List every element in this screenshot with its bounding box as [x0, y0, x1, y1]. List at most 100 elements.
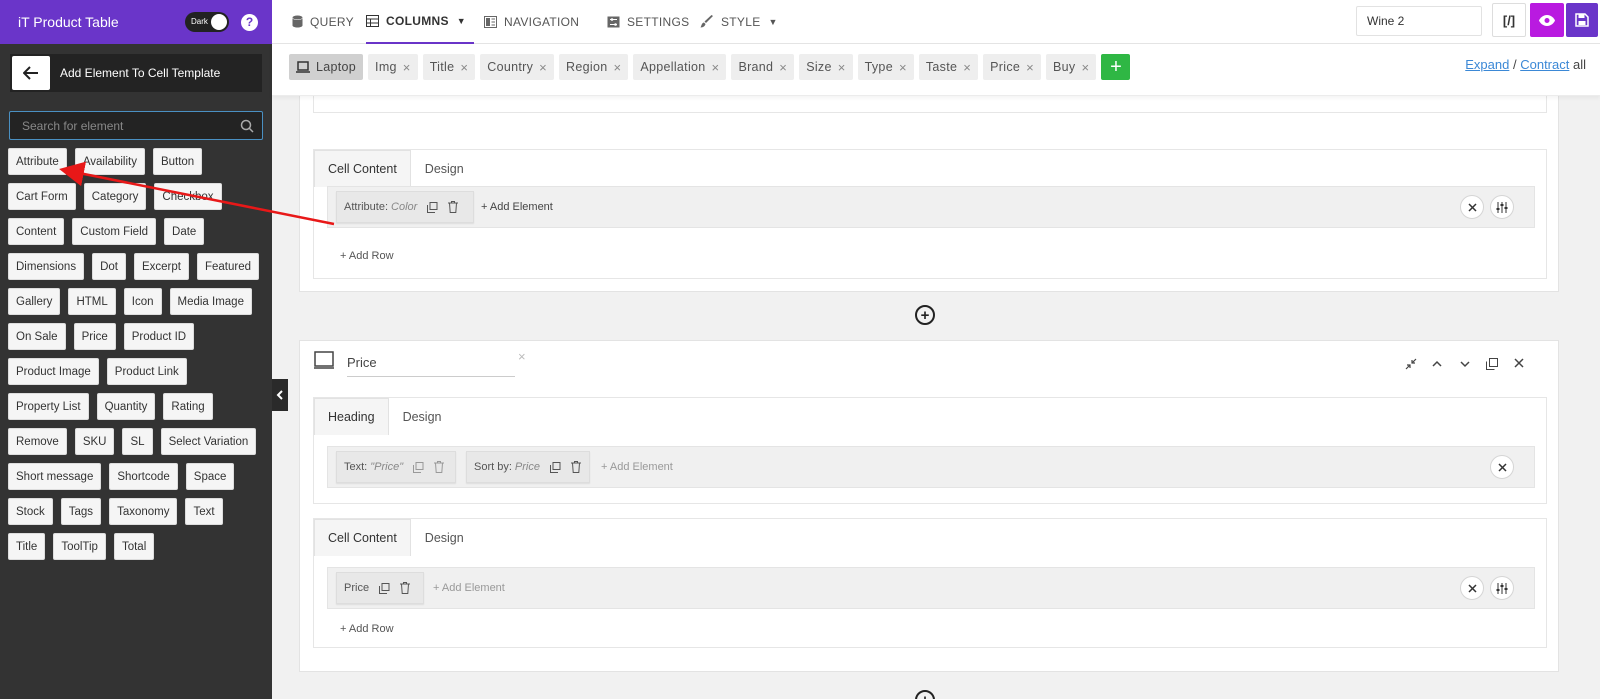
element-button-button[interactable]: Button	[152, 148, 203, 175]
row-settings-button[interactable]	[1490, 195, 1514, 219]
element-button-attribute[interactable]: Attribute	[8, 148, 67, 175]
close-icon[interactable]: ×	[1082, 60, 1090, 75]
duplicate-icon[interactable]	[1486, 358, 1498, 370]
element-button-dot[interactable]: Dot	[92, 253, 126, 280]
text-element-chip[interactable]: Text: "Price"	[336, 451, 456, 483]
column-tab-region[interactable]: Region ×	[559, 54, 629, 80]
element-button-content[interactable]: Content	[8, 218, 65, 245]
add-column-plus-icon[interactable]: +	[915, 690, 935, 699]
back-button[interactable]	[12, 56, 50, 90]
nav-settings[interactable]: SETTINGS	[607, 0, 689, 43]
element-button-custom-field[interactable]: Custom Field	[72, 218, 157, 245]
add-column-plus-icon[interactable]: +	[915, 305, 935, 325]
contract-link[interactable]: Contract	[1520, 57, 1569, 72]
shortcode-button[interactable]: [/]	[1492, 3, 1526, 37]
nav-navigation[interactable]: NAVIGATION	[484, 0, 579, 43]
close-icon[interactable]: ×	[779, 60, 787, 75]
element-button-availability[interactable]: Availability	[74, 148, 145, 175]
trash-icon[interactable]	[570, 461, 581, 473]
preview-button[interactable]	[1530, 3, 1564, 37]
copy-icon[interactable]	[413, 461, 424, 473]
remove-row-button[interactable]	[1460, 195, 1484, 219]
save-button[interactable]	[1566, 3, 1598, 37]
close-icon[interactable]	[1514, 358, 1524, 368]
column-tab-price[interactable]: Price ×	[983, 54, 1042, 80]
column-tab-taste[interactable]: Taste ×	[918, 54, 979, 80]
nav-style[interactable]: STYLE ▼	[700, 0, 778, 43]
add-element-link[interactable]: + Add Element	[601, 461, 673, 473]
add-row-link[interactable]: + Add Row	[340, 623, 394, 635]
expand-link[interactable]: Expand	[1465, 57, 1509, 72]
element-button-title[interactable]: Title	[8, 533, 46, 560]
add-column-button[interactable]: +	[1101, 54, 1131, 80]
close-icon[interactable]: ×	[899, 60, 907, 75]
tab-design[interactable]: Design	[411, 150, 478, 187]
column-name-input[interactable]	[347, 349, 515, 377]
tab-design[interactable]: Design	[389, 398, 456, 435]
close-icon[interactable]: ×	[460, 60, 468, 75]
table-name-input[interactable]	[1356, 6, 1482, 36]
element-button-select-variation[interactable]: Select Variation	[160, 428, 257, 455]
attribute-element-chip[interactable]: Attribute: Color	[336, 191, 474, 223]
element-button-total[interactable]: Total	[113, 533, 155, 560]
element-button-date[interactable]: Date	[164, 218, 205, 245]
element-button-sku[interactable]: SKU	[74, 428, 115, 455]
nav-query[interactable]: QUERY	[292, 0, 354, 43]
close-icon[interactable]: ×	[539, 60, 547, 75]
element-button-stock[interactable]: Stock	[8, 498, 53, 525]
element-button-featured[interactable]: Featured	[196, 253, 260, 280]
add-element-link[interactable]: + Add Element	[433, 582, 505, 594]
element-button-product-image[interactable]: Product Image	[8, 358, 99, 385]
element-button-remove[interactable]: Remove	[8, 428, 67, 455]
element-button-excerpt[interactable]: Excerpt	[133, 253, 189, 280]
help-icon[interactable]: ?	[241, 13, 258, 31]
column-tab-buy[interactable]: Buy ×	[1046, 54, 1097, 80]
dark-mode-toggle[interactable]: Dark	[185, 12, 229, 32]
clear-name-icon[interactable]: ×	[518, 349, 526, 364]
element-button-tooltip[interactable]: ToolTip	[53, 533, 106, 560]
column-tab-brand[interactable]: Brand ×	[731, 54, 795, 80]
column-tab-type[interactable]: Type ×	[857, 54, 914, 80]
copy-icon[interactable]	[427, 201, 438, 213]
column-tab-size[interactable]: Size ×	[799, 54, 853, 80]
close-icon[interactable]: ×	[838, 60, 846, 75]
remove-row-button[interactable]	[1490, 455, 1514, 479]
tab-cell-content[interactable]: Cell Content	[314, 519, 411, 556]
element-button-media-image[interactable]: Media Image	[169, 288, 252, 315]
close-icon[interactable]: ×	[613, 60, 621, 75]
element-button-taxonomy[interactable]: Taxonomy	[109, 498, 178, 525]
price-element-chip[interactable]: Price	[336, 572, 424, 604]
close-icon[interactable]: ×	[963, 60, 971, 75]
element-button-text[interactable]: Text	[185, 498, 223, 525]
element-button-category[interactable]: Category	[83, 183, 147, 210]
element-button-html[interactable]: HTML	[68, 288, 116, 315]
element-button-sl[interactable]: SL	[122, 428, 153, 455]
column-tab-country[interactable]: Country ×	[480, 54, 555, 80]
column-tab-img[interactable]: Img ×	[368, 54, 418, 80]
sort-element-chip[interactable]: Sort by: Price	[466, 451, 590, 483]
element-button-cart-form[interactable]: Cart Form	[8, 183, 76, 210]
close-icon[interactable]: ×	[1026, 60, 1034, 75]
chevron-up-icon[interactable]	[1432, 358, 1442, 370]
trash-icon[interactable]	[448, 201, 459, 213]
column-tab-appellation[interactable]: Appellation ×	[633, 54, 727, 80]
collapse-icon[interactable]	[1405, 358, 1417, 370]
element-button-short-message[interactable]: Short message	[8, 463, 102, 490]
element-button-dimensions[interactable]: Dimensions	[8, 253, 85, 280]
element-button-quantity[interactable]: Quantity	[96, 393, 156, 420]
tab-heading[interactable]: Heading	[314, 398, 389, 435]
element-button-property-list[interactable]: Property List	[8, 393, 89, 420]
close-icon[interactable]: ×	[712, 60, 720, 75]
remove-row-button[interactable]	[1460, 576, 1484, 600]
copy-icon[interactable]	[379, 582, 390, 594]
trash-icon[interactable]	[400, 582, 411, 594]
element-search-input[interactable]	[10, 112, 262, 139]
chevron-down-icon[interactable]	[1460, 358, 1470, 370]
add-row-link[interactable]: + Add Row	[340, 250, 394, 262]
element-button-price[interactable]: Price	[73, 323, 116, 350]
nav-columns[interactable]: COLUMNS ▼	[366, 0, 474, 44]
device-tab-laptop[interactable]: Laptop	[289, 54, 364, 80]
element-button-on-sale[interactable]: On Sale	[8, 323, 66, 350]
add-element-link[interactable]: + Add Element	[481, 201, 553, 213]
element-button-shortcode[interactable]: Shortcode	[109, 463, 178, 490]
